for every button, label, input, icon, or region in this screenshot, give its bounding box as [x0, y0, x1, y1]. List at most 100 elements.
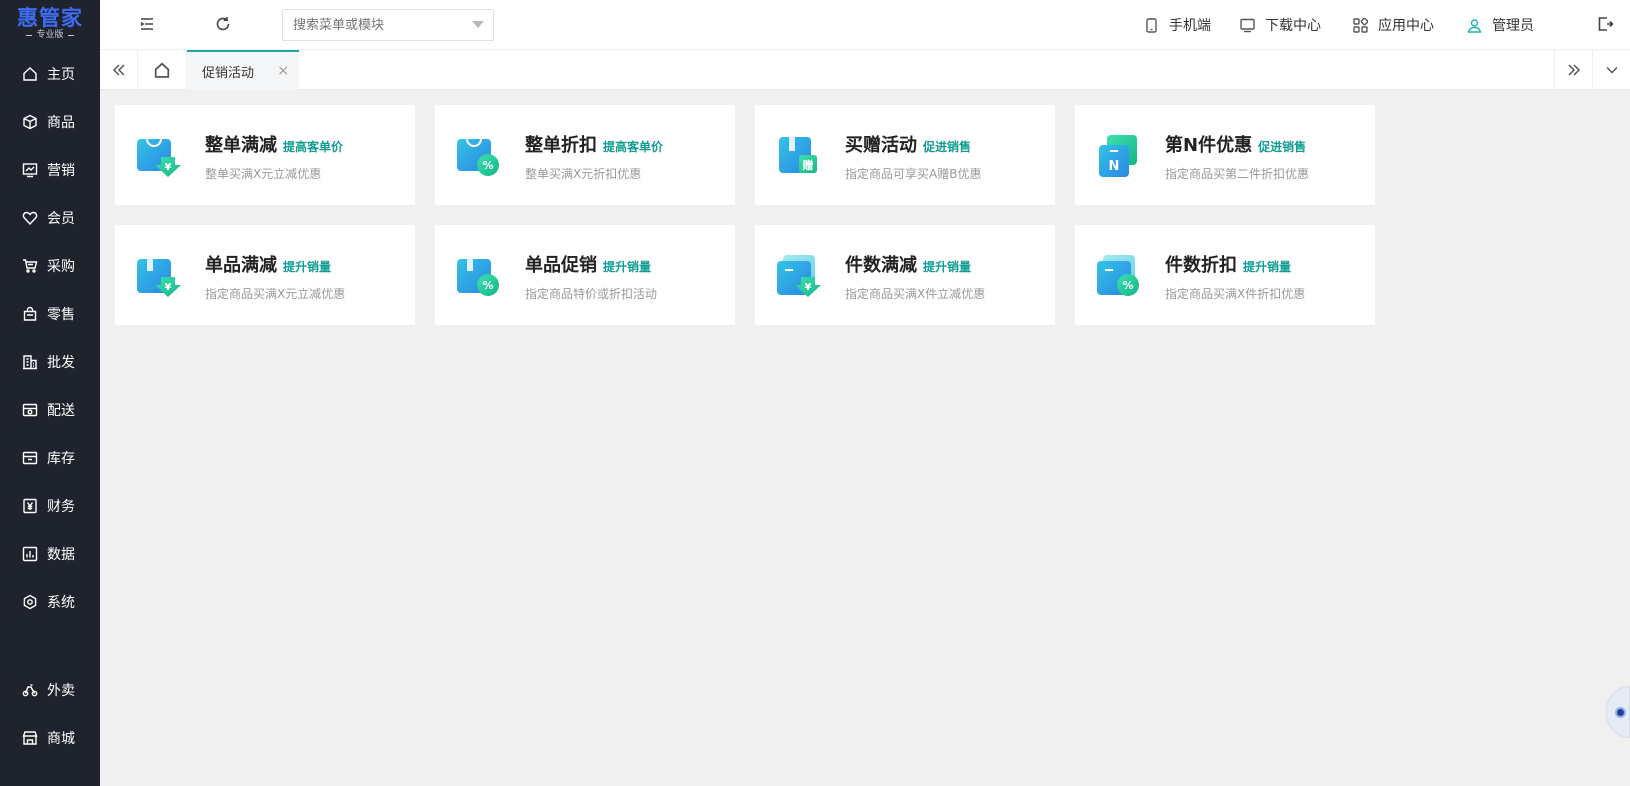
card-title: 件数满减 提升销量 [845, 255, 972, 276]
sidebar-item-marketing[interactable]: 营销 [0, 146, 100, 194]
scroll-tabs-left-button[interactable] [100, 50, 138, 89]
home-icon [154, 62, 170, 78]
sidebar-item-label: 外卖 [47, 683, 75, 699]
store-icon [22, 731, 38, 745]
svg-text:%: % [482, 159, 493, 172]
card-tag: 促进销售 [1258, 140, 1307, 154]
double-chevron-right-icon [1567, 63, 1580, 76]
sidebar-item-label: 零售 [47, 307, 75, 323]
scroll-tabs-right-button[interactable] [1554, 50, 1592, 89]
search-dropdown-icon[interactable] [472, 21, 484, 28]
card-tag: 促进销售 [923, 140, 972, 154]
close-icon[interactable]: × [277, 63, 289, 79]
sidebar-item-label: 会员 [47, 211, 75, 227]
sidebar-item-label: 配送 [47, 403, 75, 419]
svg-text:%: % [482, 279, 493, 292]
svg-text:¥: ¥ [165, 282, 172, 293]
card-tag: 提升销量 [923, 260, 972, 274]
promo-card-nth-item[interactable]: N 第N件优惠 促进销售 指定商品买第二件折扣优惠 [1075, 105, 1375, 205]
sidebar-item-label: 数据 [47, 547, 75, 563]
tab-promotions[interactable]: 促销活动 × [187, 50, 299, 90]
home-tab[interactable] [138, 50, 187, 89]
promo-card-item-reduction[interactable]: ¥ 单品满减 提升销量 指定商品买满X元立减优惠 [115, 225, 415, 325]
card-tag: 提高客单价 [603, 140, 664, 154]
sidebar-item-mall[interactable]: 商城 [0, 714, 100, 762]
promo-card-qty-reduction[interactable]: ¥ 件数满减 提升销量 指定商品买满X件立减优惠 [755, 225, 1055, 325]
bike-icon [22, 684, 38, 697]
logout-icon[interactable] [1596, 15, 1616, 35]
yuan-icon [23, 498, 37, 514]
promo-card-order-reduction[interactable]: ¥ 整单满减 提高客单价 整单买满X元立减优惠 [115, 105, 415, 205]
settings-icon [23, 594, 37, 610]
bag-yuan-icon: ¥ [137, 138, 181, 177]
card-tag: 提升销量 [603, 260, 652, 274]
sidebar-item-inventory[interactable]: 库存 [0, 434, 100, 482]
sidebar-item-label: 主页 [47, 67, 75, 83]
user-icon [1467, 18, 1482, 33]
sidebar-item-retail[interactable]: 零售 [0, 290, 100, 338]
sidebar-item-label: 批发 [47, 355, 75, 371]
svg-text:%: % [1122, 279, 1133, 292]
gift-icon: 赠 [779, 137, 817, 173]
app-center-button[interactable]: 应用中心 [1353, 0, 1434, 50]
search-input[interactable] [282, 9, 494, 41]
qty-percent-icon: % [1097, 255, 1139, 296]
card-desc: 指定商品买满X件折扣优惠 [1165, 287, 1306, 301]
refresh-icon[interactable] [214, 15, 234, 35]
box-icon [23, 114, 37, 130]
tab-label: 促销活动 [202, 65, 255, 81]
data-icon [22, 546, 38, 562]
sidebar: 惠管家 专业版 主页 商品 营销 会员 采购 零售 批发 配送 库存 财务 数据… [0, 0, 100, 786]
download-label: 下载中心 [1265, 18, 1321, 34]
sidebar-item-purchase[interactable]: 采购 [0, 242, 100, 290]
promo-card-buy-gift[interactable]: 赠 买赠活动 促进销售 指定商品可享买A赠B优惠 [755, 105, 1055, 205]
monitor-icon [1240, 18, 1255, 32]
delivery-icon [22, 403, 38, 417]
warehouse-icon [22, 451, 38, 465]
floating-assistant-button[interactable] [1606, 686, 1630, 738]
item-yuan-icon: ¥ [137, 259, 181, 297]
tab-bar: 促销活动 × [100, 50, 1630, 90]
download-center-button[interactable]: 下载中心 [1240, 0, 1321, 50]
svg-text:N: N [1109, 159, 1120, 174]
main-nav: 主页 商品 营销 会员 采购 零售 批发 配送 库存 财务 数据 系统 [0, 50, 100, 626]
promo-card-item-promotion[interactable]: % 单品促销 提升销量 指定商品特价或折扣活动 [435, 225, 735, 325]
sidebar-item-system[interactable]: 系统 [0, 578, 100, 626]
sidebar-item-takeout[interactable]: 外卖 [0, 666, 100, 714]
promo-card-qty-discount[interactable]: % 件数折扣 提升销量 指定商品买满X件折扣优惠 [1075, 225, 1375, 325]
apps-label: 应用中心 [1378, 18, 1434, 34]
sidebar-item-finance[interactable]: 财务 [0, 482, 100, 530]
cart-icon [23, 259, 38, 273]
sidebar-item-label: 商城 [47, 731, 75, 747]
card-title: 整单折扣 提高客单价 [525, 135, 664, 156]
card-title: 件数折扣 提升销量 [1165, 255, 1292, 276]
promo-card-order-discount[interactable]: % 整单折扣 提高客单价 整单买满X元折扣优惠 [435, 105, 735, 205]
bottom-nav: 外卖 商城 [0, 666, 100, 762]
sidebar-item-products[interactable]: 商品 [0, 98, 100, 146]
item-percent-icon: % [457, 259, 499, 296]
sidebar-item-wholesale[interactable]: 批发 [0, 338, 100, 386]
card-title: 第N件优惠 促进销售 [1165, 135, 1307, 156]
phone-icon [1146, 17, 1157, 33]
sidebar-item-home[interactable]: 主页 [0, 50, 100, 98]
sidebar-item-label: 营销 [47, 163, 75, 179]
top-bar: 手机端 下载中心 应用中心 管理员 [100, 0, 1630, 50]
sidebar-item-delivery[interactable]: 配送 [0, 386, 100, 434]
apps-icon [1353, 17, 1368, 33]
card-desc: 指定商品买满X元立减优惠 [205, 287, 346, 301]
svg-text:赠: 赠 [803, 158, 814, 172]
user-menu[interactable]: 管理员 [1467, 0, 1534, 50]
collapse-menu-icon[interactable] [138, 15, 158, 35]
svg-text:¥: ¥ [805, 282, 812, 293]
mobile-button[interactable]: 手机端 [1144, 0, 1211, 50]
sidebar-item-data[interactable]: 数据 [0, 530, 100, 578]
card-desc: 指定商品买第二件折扣优惠 [1165, 167, 1310, 181]
sidebar-item-label: 系统 [47, 595, 75, 611]
sidebar-item-members[interactable]: 会员 [0, 194, 100, 242]
tab-options-button[interactable] [1592, 50, 1630, 89]
app-logo[interactable]: 惠管家 专业版 [0, 0, 100, 48]
card-title: 单品满减 提升销量 [205, 255, 332, 276]
edition-label: 专业版 [26, 29, 74, 41]
svg-text:¥: ¥ [165, 162, 172, 173]
mobile-label: 手机端 [1169, 18, 1211, 34]
